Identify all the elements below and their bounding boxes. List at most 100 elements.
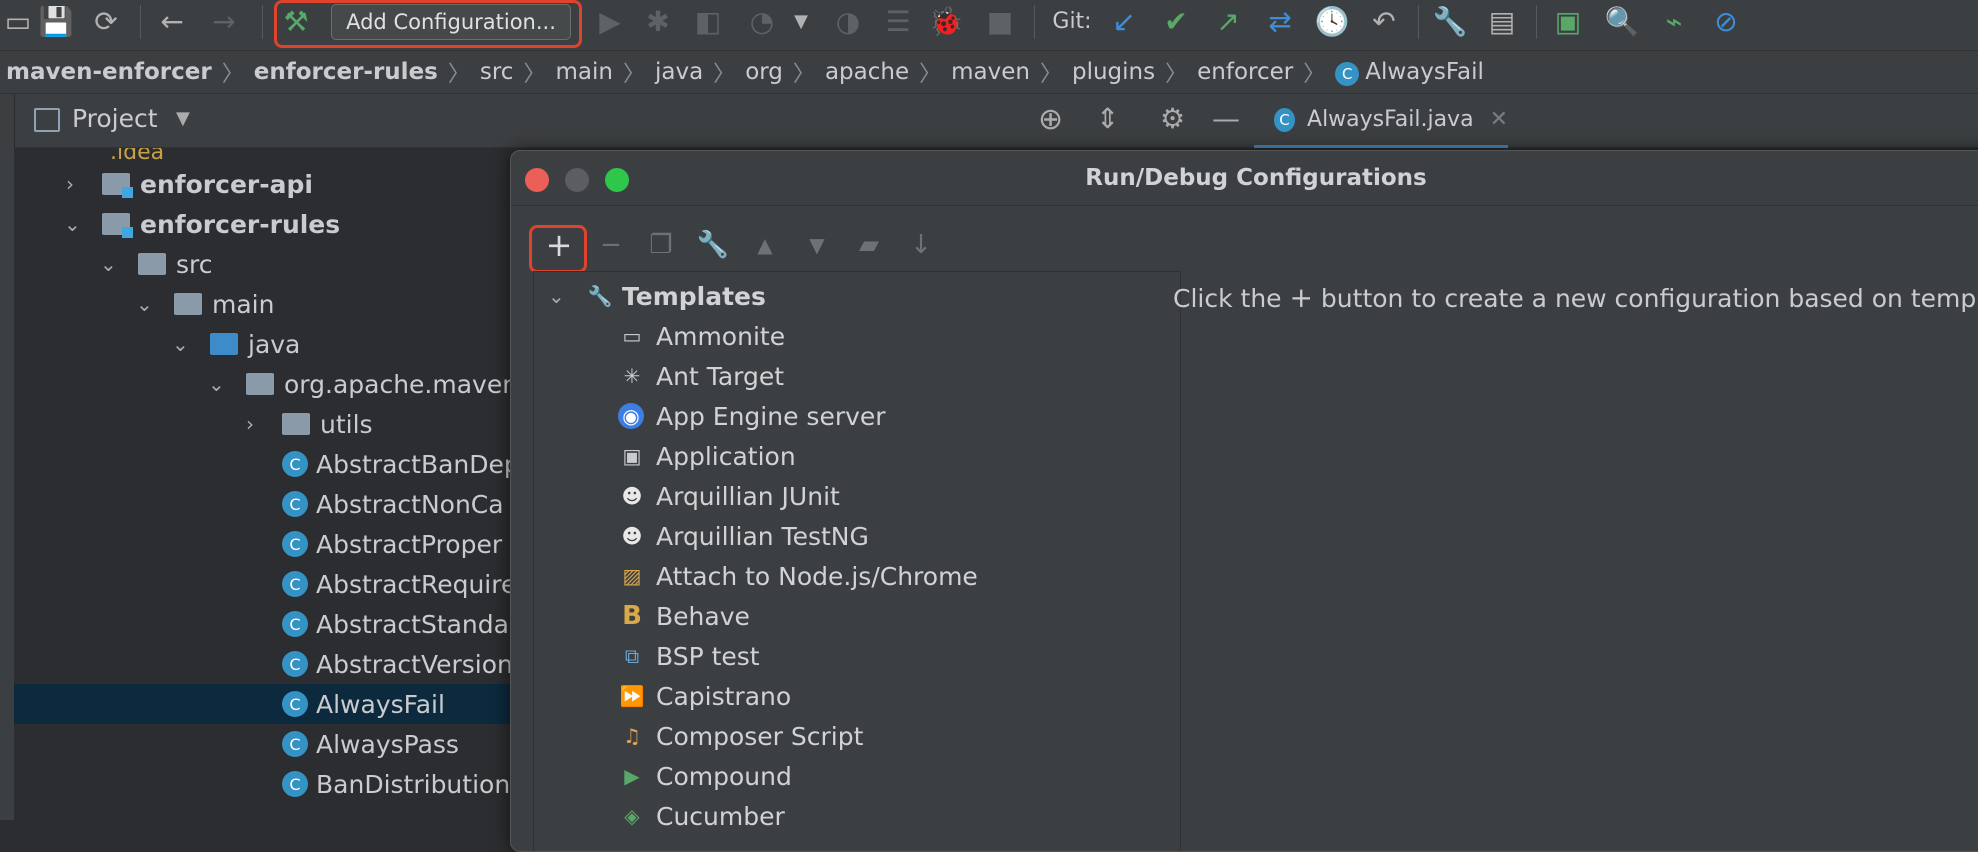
tree-row[interactable]: C AbstractRequire — [14, 564, 514, 604]
tree-row[interactable]: ⌄ enforcer-rules — [14, 204, 514, 244]
coverage-icon[interactable]: ◧ — [690, 0, 726, 42]
template-label: BSP test — [656, 641, 760, 671]
back-icon[interactable]: ← — [152, 0, 192, 42]
run-dropdown-icon[interactable]: ▼ — [786, 0, 816, 42]
tree-row[interactable]: › utils — [14, 404, 514, 444]
git-commit-icon[interactable]: ✔ — [1158, 0, 1194, 42]
run-tasks-icon[interactable]: ☰ — [880, 0, 916, 42]
project-structure-icon[interactable]: ▤ — [1484, 0, 1520, 42]
class-icon: C — [1274, 107, 1296, 132]
template-item[interactable]: ☻ Arquillian JUnit — [534, 476, 1174, 516]
git-update-icon[interactable]: ↙ — [1106, 0, 1142, 42]
minimize-window-button[interactable] — [565, 168, 589, 192]
tree-row[interactable]: C AbstractBanDep — [14, 444, 514, 484]
attach-icon[interactable]: ◑ — [830, 0, 866, 42]
template-item[interactable]: ⏩ Capistrano — [534, 676, 1174, 716]
breadcrumb-item[interactable]: java — [649, 59, 709, 85]
tree-row[interactable]: C BanDistribution — [14, 764, 514, 804]
tree-row[interactable]: ⌄ org.apache.maven — [14, 364, 514, 404]
add-configuration-button[interactable]: Add Configuration... — [331, 4, 571, 40]
activity-monitor-icon[interactable]: ⌁ — [1656, 0, 1692, 42]
templates-node[interactable]: ⌄ 🔧 Templates — [534, 276, 1174, 316]
collapse-all-icon[interactable]: ⇕ — [1096, 102, 1119, 135]
breadcrumb-label: AlwaysFail — [1365, 58, 1484, 85]
breadcrumb-item[interactable]: enforcer — [1191, 59, 1299, 85]
settings-wrench-icon[interactable]: 🔧 — [1432, 0, 1468, 42]
search-icon[interactable]: 🔍 — [1604, 0, 1640, 42]
remove-configuration-button[interactable]: − — [591, 221, 631, 269]
debug-icon[interactable]: ✱ — [640, 0, 676, 42]
tree-row[interactable]: C AbstractNonCa — [14, 484, 514, 524]
project-tool-window-header: Project ▼ ⊕ ⇕ ⚙ — — [0, 94, 1978, 148]
git-compare-icon[interactable]: ⇄ — [1262, 0, 1298, 42]
stop-icon[interactable]: ■ — [982, 0, 1018, 42]
tree-row[interactable]: C AbstractProper — [14, 524, 514, 564]
chevron-down-icon[interactable]: ▼ — [176, 108, 190, 129]
template-label: Cucumber — [656, 801, 785, 831]
git-push-icon[interactable]: ↗ — [1210, 0, 1246, 42]
run-icon[interactable]: ▶ — [592, 0, 628, 42]
breadcrumb-item[interactable]: C AlwaysFail — [1329, 59, 1490, 86]
copy-configuration-icon[interactable]: ❐ — [641, 221, 681, 269]
sort-alphabetically-icon[interactable]: ↓ — [901, 221, 941, 269]
profile-icon[interactable]: ◔ — [744, 0, 780, 42]
forward-icon[interactable]: → — [204, 0, 244, 42]
template-item[interactable]: B Behave — [534, 596, 1174, 636]
breadcrumb-item[interactable]: src — [474, 59, 520, 85]
tree-row[interactable]: ⌄ src — [14, 244, 514, 284]
close-window-button[interactable] — [525, 168, 549, 192]
project-panel-title[interactable]: Project — [72, 104, 158, 133]
close-icon[interactable]: ✕ — [1490, 107, 1508, 132]
tree-label: AbstractVersion — [316, 649, 513, 679]
tree-row[interactable]: ⌄ java — [14, 324, 514, 364]
template-item[interactable]: ♫ Composer Script — [534, 716, 1174, 756]
sync-icon[interactable]: ⟳ — [86, 0, 126, 42]
template-item[interactable]: ▶ Compound — [534, 756, 1174, 796]
template-item[interactable]: ◉ App Engine server — [534, 396, 1174, 436]
breadcrumb-item[interactable]: enforcer-rules — [248, 59, 444, 85]
edit-templates-wrench-icon[interactable]: 🔧 — [693, 221, 733, 269]
tab-alwaysfail-java[interactable]: C AlwaysFail.java ✕ — [1254, 94, 1508, 148]
template-item[interactable]: ▨ Attach to Node.js/Chrome — [534, 556, 1174, 596]
rollback-icon[interactable]: ↶ — [1366, 0, 1402, 42]
tree-label: AlwaysPass — [316, 729, 459, 759]
breadcrumb-item[interactable]: main — [549, 59, 618, 85]
breadcrumb-item[interactable]: maven — [945, 59, 1036, 85]
tree-row[interactable]: C AbstractStanda — [14, 604, 514, 644]
template-item[interactable]: ✳ Ant Target — [534, 356, 1174, 396]
template-item[interactable]: ⧉ BSP test — [534, 636, 1174, 676]
hide-panel-icon[interactable]: — — [1212, 102, 1240, 135]
zoom-window-button[interactable] — [605, 168, 629, 192]
tree-row[interactable]: › enforcer-api — [14, 164, 514, 204]
locate-file-icon[interactable]: ⊕ — [1038, 102, 1063, 137]
breadcrumb-item[interactable]: maven-enforcer — [0, 59, 218, 85]
class-icon: C — [282, 731, 308, 757]
tree-row-selected[interactable]: C AlwaysFail — [14, 684, 514, 724]
save-icon[interactable]: 💾 — [36, 0, 76, 42]
breadcrumb-item[interactable]: plugins — [1066, 59, 1161, 85]
debug-bug-icon[interactable]: 🐞 — [928, 0, 964, 42]
template-item[interactable]: ▭ Ammonite — [534, 316, 1174, 356]
template-item[interactable]: ▣ Application — [534, 436, 1174, 476]
move-down-icon[interactable]: ▼ — [797, 221, 837, 269]
breadcrumb-item[interactable]: org — [739, 59, 789, 85]
tree-row[interactable]: ⌄ main — [14, 284, 514, 324]
class-icon: C — [282, 491, 308, 517]
new-folder-icon[interactable]: ▰ — [849, 221, 889, 269]
breadcrumb-item[interactable]: apache — [819, 59, 915, 85]
history-icon[interactable]: 🕓 — [1314, 0, 1350, 42]
class-icon: C — [282, 531, 308, 557]
tree-label: enforcer-rules — [140, 209, 341, 239]
terminal-icon[interactable]: ▣ — [1550, 0, 1586, 42]
gear-icon[interactable]: ⚙ — [1160, 102, 1185, 135]
move-up-icon[interactable]: ▲ — [745, 221, 785, 269]
tree-row[interactable]: C AlwaysPass — [14, 724, 514, 764]
template-item[interactable]: ◈ Cucumber — [534, 796, 1174, 836]
template-item[interactable]: ☻ Arquillian TestNG — [534, 516, 1174, 556]
tree-label: AbstractProper — [316, 529, 503, 559]
compound-icon: ▶ — [624, 764, 640, 788]
power-save-icon[interactable]: ⊘ — [1708, 0, 1744, 42]
open-icon[interactable]: ▭ — [0, 0, 36, 42]
dialog-title: Run/Debug Configurations — [511, 151, 1978, 206]
tree-row[interactable]: C AbstractVersion — [14, 644, 514, 684]
